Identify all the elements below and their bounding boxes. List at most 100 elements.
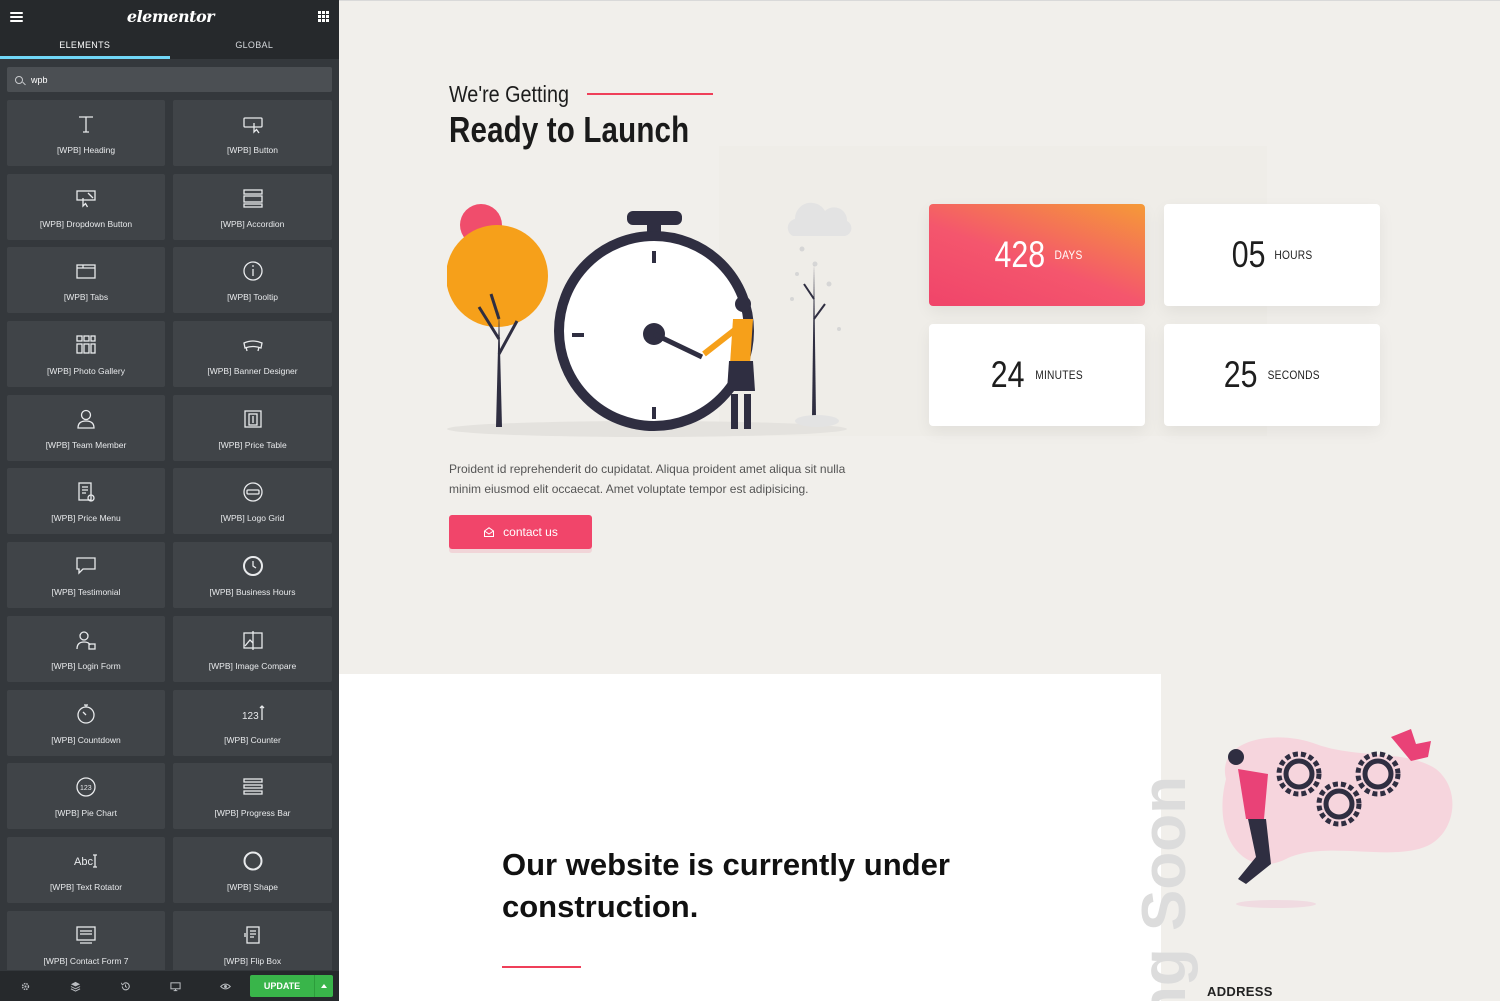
widget-flip-box[interactable]: [WPB] Flip Box (173, 910, 332, 970)
shape-icon (240, 848, 266, 874)
vertical-coming-soon-text: ng Soon (1130, 776, 1199, 1001)
widget-label: [WPB] Price Menu (51, 513, 121, 524)
countdown-seconds: 25 SECONDS (1164, 324, 1380, 426)
widget-label: [WPB] Text Rotator (49, 881, 123, 892)
hero-description: Proident id reprehenderit do cupidatat. … (449, 462, 846, 496)
seconds-value: 25 (1223, 354, 1258, 395)
widget-label: [WPB] Login Form (51, 660, 121, 671)
page-title: Ready to Launch (449, 109, 690, 150)
widget-label: [WPB] Countdown (51, 734, 121, 745)
settings-icon[interactable] (0, 971, 50, 1001)
widget-label: [WPB] Pie Chart (55, 808, 117, 819)
widget-label: [WPB] Contact Form 7 (43, 955, 129, 966)
widget-dropdown-button[interactable]: [WPB] Dropdown Button (7, 173, 165, 240)
history-icon[interactable] (100, 971, 150, 1001)
widgets-grid-icon[interactable] (317, 11, 329, 22)
widget-label: [WPB] Tooltip (227, 292, 278, 303)
gallery-icon (73, 332, 99, 358)
widget-pie-chart[interactable]: 123 [WPB] Pie Chart (7, 763, 165, 830)
contact-us-label: contact us (503, 525, 558, 539)
widget-login-form[interactable]: [WPB] Login Form (7, 615, 165, 682)
widget-counter[interactable]: 123 [WPB] Counter (173, 689, 332, 756)
testimonial-icon (73, 553, 99, 579)
minutes-unit: MINUTES (1034, 368, 1083, 382)
banner-icon (240, 332, 266, 358)
panel-footer: UPDATE (0, 971, 339, 1001)
svg-text:123: 123 (242, 711, 259, 722)
tabs-icon (73, 258, 99, 284)
widget-text-rotator[interactable]: Abc [WPB] Text Rotator (7, 836, 165, 903)
hours-unit: HOURS (1274, 248, 1313, 262)
panel-header: elementor (0, 0, 339, 33)
navigator-icon[interactable] (50, 971, 100, 1001)
countdown-icon (73, 701, 99, 727)
tab-elements[interactable]: ELEMENTS (0, 33, 170, 59)
countdown-hours: 05 HOURS (1164, 204, 1380, 306)
widget-banner[interactable]: [WPB] Banner Designer (173, 321, 332, 388)
days-value: 428 (994, 234, 1045, 275)
widget-clock[interactable]: [WPB] Business Hours (173, 542, 332, 609)
seconds-unit: SECONDS (1267, 368, 1320, 382)
search-icon (15, 75, 23, 84)
widget-progress-bar[interactable]: [WPB] Progress Bar (173, 763, 332, 830)
widget-testimonial[interactable]: [WPB] Testimonial (7, 542, 165, 609)
widget-label: [WPB] Testimonial (51, 587, 121, 598)
svg-text:123: 123 (80, 785, 92, 792)
widget-tabs[interactable]: [WPB] Tabs (7, 247, 165, 314)
counter-icon: 123 (240, 701, 266, 727)
widget-heading[interactable]: [WPB] Heading (7, 100, 165, 166)
widget-accordion[interactable]: [WPB] Accordion (173, 173, 332, 240)
menu-icon[interactable] (10, 11, 23, 22)
tooltip-icon (240, 258, 266, 284)
logo-grid-icon (240, 479, 266, 505)
widget-price-table[interactable]: [WPB] Price Table (173, 394, 332, 461)
title-divider (587, 93, 713, 95)
widget-countdown[interactable]: [WPB] Countdown (7, 689, 165, 756)
update-options-button[interactable] (314, 975, 333, 997)
svg-text:Abc: Abc (74, 856, 93, 868)
elementor-panel: elementor ELEMENTS GLOBAL [WPB] Heading … (0, 0, 339, 1001)
responsive-mode-icon[interactable] (150, 971, 200, 1001)
widget-logo-grid[interactable]: [WPB] Logo Grid (173, 468, 332, 535)
widget-price-menu[interactable]: [WPB] Price Menu (7, 468, 165, 535)
pre-title: We're Getting (449, 81, 569, 107)
heading-icon (73, 111, 99, 137)
contact-us-button[interactable]: contact us (449, 515, 592, 549)
construction-divider (502, 966, 581, 968)
widget-gallery[interactable]: [WPB] Photo Gallery (7, 321, 165, 388)
search-input[interactable] (31, 74, 311, 85)
construction-title: Our website is currently under construct… (502, 847, 950, 924)
page-preview: We're Getting Ready to Launch 428 DAYS 0… (339, 0, 1500, 1001)
widget-label: [WPB] Photo Gallery (47, 366, 125, 377)
widget-label: [WPB] Logo Grid (220, 513, 285, 524)
team-member-icon (73, 406, 99, 432)
widget-label: [WPB] Price Table (218, 439, 287, 450)
tab-global[interactable]: GLOBAL (170, 33, 340, 59)
widget-team-member[interactable]: [WPB] Team Member (7, 394, 165, 461)
countdown-minutes: 24 MINUTES (929, 324, 1145, 426)
widget-image-compare[interactable]: [WPB] Image Compare (173, 615, 332, 682)
widget-label: [WPB] Tabs (63, 292, 109, 303)
widget-label: [WPB] Accordion (220, 218, 285, 229)
text-rotator-icon: Abc (73, 848, 99, 874)
preview-eye-icon[interactable] (200, 971, 250, 1001)
widget-button[interactable]: [WPB] Button (173, 100, 332, 166)
contact-form-icon (73, 922, 99, 948)
hero-section: We're Getting Ready to Launch 428 DAYS 0… (339, 0, 1500, 674)
construction-section: ng Soon Our website is currently under c… (339, 674, 1500, 1001)
widget-shape[interactable]: [WPB] Shape (173, 836, 332, 903)
update-button[interactable]: UPDATE (250, 975, 314, 997)
accordion-icon (240, 185, 266, 211)
pie-chart-icon: 123 (73, 774, 99, 800)
envelope-open-icon (484, 527, 495, 537)
clock-icon (240, 553, 266, 579)
widget-label: [WPB] Flip Box (223, 955, 282, 966)
widget-contact-form[interactable]: [WPB] Contact Form 7 (7, 910, 165, 970)
widget-search[interactable] (7, 67, 332, 92)
widget-label: [WPB] Business Hours (209, 587, 296, 598)
flip-box-icon (240, 922, 266, 948)
price-menu-icon (73, 479, 99, 505)
dropdown-button-icon (73, 185, 99, 211)
widget-tooltip[interactable]: [WPB] Tooltip (173, 247, 332, 314)
gears-illustration (1222, 729, 1453, 908)
